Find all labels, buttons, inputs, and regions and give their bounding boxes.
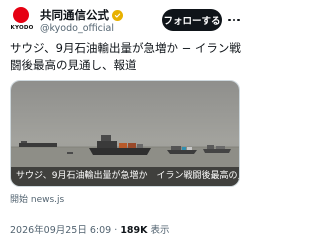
verified-badge-icon [112, 9, 123, 21]
kyodo-logo-icon [13, 7, 29, 23]
account-handle[interactable]: @kyodo_official [40, 23, 114, 34]
avatar-logo-text: KYODO [10, 25, 34, 31]
tweet-meta: 2026年09月25日 6:09 · 189K 表示 [10, 222, 170, 236]
media-card[interactable]: サウジ、9月石油輸出量が急増か イラン戦闘後最高の見... [10, 80, 240, 187]
follow-button[interactable]: フォローする [162, 9, 222, 31]
name-row: 共同通信公式 [40, 7, 123, 23]
tweet-text: サウジ、9月石油輸出量が急増か − イラン戦闘後最高の見通し、報道 [10, 41, 241, 72]
meta-separator: · [114, 225, 118, 236]
display-name[interactable]: 共同通信公式 [40, 7, 109, 23]
avatar[interactable]: KYODO [10, 6, 34, 35]
views-count: 189K [120, 225, 148, 236]
card-caption: サウジ、9月石油輸出量が急増か イラン戦闘後最高の見... [11, 167, 239, 186]
card-source[interactable]: 開始 news.js [10, 192, 64, 205]
views-label: 表示 [150, 225, 170, 236]
tweet-datetime[interactable]: 2026年09月25日 6:09 [10, 225, 111, 236]
more-icon[interactable] [226, 14, 242, 26]
